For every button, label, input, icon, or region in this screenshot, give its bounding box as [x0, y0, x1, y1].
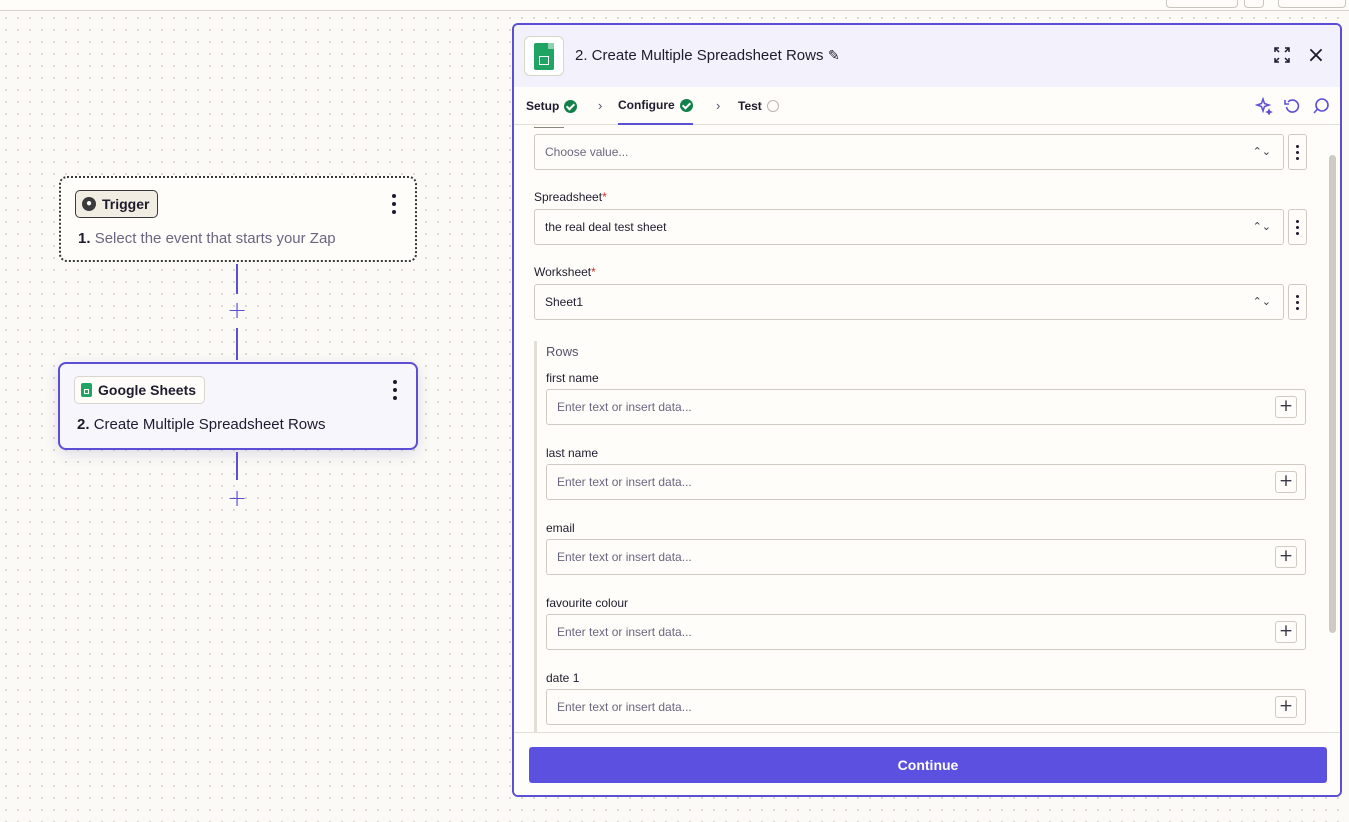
trigger-icon: ●	[82, 197, 96, 211]
required-marker: *	[602, 190, 607, 204]
comment-icon[interactable]	[1311, 96, 1331, 116]
spreadsheet-options-icon[interactable]	[1288, 209, 1307, 245]
spreadsheet-value: the real deal test sheet	[545, 220, 667, 234]
panel-header: 2. Create Multiple Spreadsheet Rows ✎ ×	[514, 25, 1340, 87]
input-placeholder: Enter text or insert data...	[557, 700, 692, 714]
expand-icon[interactable]	[1270, 43, 1294, 67]
row-field-label: email	[546, 521, 575, 535]
action-node[interactable]: Google Sheets 2. Create Multiple Spreads…	[58, 362, 418, 450]
check-circle-icon	[564, 99, 578, 113]
check-circle-icon	[679, 98, 693, 112]
input-placeholder: Enter text or insert data...	[557, 475, 692, 489]
connector-line	[236, 328, 238, 360]
add-step-icon[interactable]: +	[226, 298, 248, 322]
panel-title[interactable]: 2. Create Multiple Spreadsheet Rows	[575, 47, 823, 64]
worksheet-label: Worksheet*	[534, 265, 596, 279]
rows-group-rule	[534, 341, 537, 732]
form-scrollbar[interactable]	[1329, 155, 1336, 633]
insert-data-icon[interactable]: +	[1275, 621, 1297, 643]
row-field-label: favourite colour	[546, 596, 629, 610]
ai-sparkle-icon[interactable]	[1254, 96, 1274, 116]
tab-setup-label: Setup	[526, 99, 560, 113]
add-step-icon[interactable]: +	[226, 486, 248, 510]
step-tabs: Setup › Configure › Test	[514, 87, 1340, 125]
undo-icon[interactable]	[1282, 96, 1302, 116]
trigger-step-number: 1.	[78, 230, 91, 247]
worksheet-options-icon[interactable]	[1288, 284, 1307, 320]
action-title: 2. Create Multiple Spreadsheet Rows	[77, 416, 325, 433]
updown-chevron-icon: ⌃⌄	[1252, 295, 1271, 308]
input-placeholder: Enter text or insert data...	[557, 400, 692, 414]
updown-chevron-icon: ⌃⌄	[1252, 145, 1271, 158]
trigger-menu-icon[interactable]	[391, 194, 397, 214]
spreadsheet-select[interactable]: the real deal test sheet ⌃⌄	[534, 209, 1284, 245]
toolbar-button[interactable]	[1244, 0, 1264, 8]
tab-test[interactable]: Test	[738, 87, 779, 125]
action-step-text: Create Multiple Spreadsheet Rows	[93, 416, 326, 433]
chevron-right-icon: ›	[716, 98, 721, 113]
insert-data-icon[interactable]: +	[1275, 546, 1297, 568]
drive-field-options-icon[interactable]	[1288, 134, 1307, 170]
top-toolbar	[0, 0, 1349, 11]
trigger-title: 1. Select the event that starts your Zap	[78, 230, 336, 247]
drive-select[interactable]: Choose value... ⌃⌄	[534, 134, 1284, 170]
tab-test-label: Test	[738, 99, 762, 113]
step-editor-panel: 2. Create Multiple Spreadsheet Rows ✎ × …	[512, 23, 1342, 797]
continue-button[interactable]: Continue	[529, 747, 1327, 783]
last-name-input[interactable]: Enter text or insert data... +	[546, 464, 1306, 500]
action-chip: Google Sheets	[74, 376, 206, 404]
worksheet-select[interactable]: Sheet1 ⌃⌄	[534, 284, 1284, 320]
panel-footer: Continue	[514, 732, 1340, 795]
trigger-chip-label: Trigger	[102, 196, 150, 212]
action-step-number: 2.	[77, 416, 90, 433]
toolbar-button[interactable]	[1166, 0, 1238, 8]
insert-data-icon[interactable]: +	[1275, 696, 1297, 718]
required-marker: *	[591, 265, 596, 279]
google-sheets-icon	[81, 383, 92, 397]
insert-data-icon[interactable]: +	[1275, 471, 1297, 493]
connector-line	[236, 264, 238, 294]
trigger-chip: ● Trigger	[75, 190, 159, 218]
chevron-right-icon: ›	[598, 98, 603, 113]
row-field-label: last name	[546, 446, 599, 460]
row-field-label: date 1	[546, 671, 580, 685]
pending-circle-icon	[766, 100, 779, 112]
tab-setup[interactable]: Setup	[526, 87, 578, 125]
spreadsheet-label: Spreadsheet*	[534, 190, 607, 204]
trigger-step-text: Select the event that starts your Zap	[94, 230, 336, 247]
action-menu-icon[interactable]	[392, 380, 398, 400]
worksheet-label-text: Worksheet	[534, 265, 592, 279]
spreadsheet-label-text: Spreadsheet	[534, 190, 603, 204]
close-icon[interactable]: ×	[1304, 43, 1328, 68]
rows-title: Rows	[546, 344, 579, 359]
worksheet-value: Sheet1	[545, 295, 584, 309]
row-field-label: first name	[546, 371, 599, 385]
trigger-node[interactable]: ● Trigger 1. Select the event that start…	[59, 176, 417, 262]
email-input[interactable]: Enter text or insert data... +	[546, 539, 1306, 575]
updown-chevron-icon: ⌃⌄	[1252, 220, 1271, 233]
input-placeholder: Enter text or insert data...	[557, 625, 692, 639]
first-name-input[interactable]: Enter text or insert data... +	[546, 389, 1306, 425]
date-1-input[interactable]: Enter text or insert data... +	[546, 689, 1306, 725]
input-placeholder: Enter text or insert data...	[557, 550, 692, 564]
favourite-colour-input[interactable]: Enter text or insert data... +	[546, 614, 1306, 650]
edit-title-icon[interactable]: ✎	[828, 47, 840, 64]
configure-form: Choose value... ⌃⌄ Spreadsheet* the real…	[514, 126, 1326, 732]
action-chip-label: Google Sheets	[98, 382, 197, 398]
tab-configure-label: Configure	[618, 98, 675, 112]
toolbar-button[interactable]	[1278, 0, 1346, 8]
drive-select-placeholder: Choose value...	[545, 145, 629, 159]
tab-configure[interactable]: Configure	[618, 87, 693, 125]
field-label-clipped	[534, 126, 564, 128]
insert-data-icon[interactable]: +	[1275, 396, 1297, 418]
connector-line	[236, 452, 238, 480]
google-sheets-app-icon	[524, 36, 564, 76]
